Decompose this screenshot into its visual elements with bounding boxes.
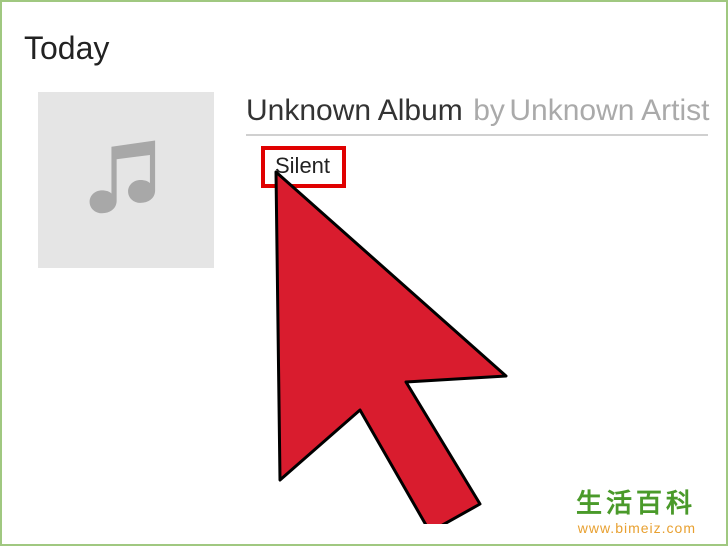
cursor-arrow-icon [246,164,546,524]
album-title[interactable]: Unknown Album [246,94,463,127]
album-art-placeholder[interactable] [38,92,214,268]
watermark: 生活百科 www.bimeiz.com [576,483,696,536]
music-note-icon [74,128,178,232]
track-name[interactable]: Silent [275,153,330,178]
album-artist[interactable]: Unknown Artist [509,94,709,127]
app-window: Today Unknown Album by Unknown Artist Si… [2,2,726,544]
album-header: Unknown Album by Unknown Artist [246,94,708,136]
watermark-title: 生活百科 [576,483,696,520]
watermark-url: www.bimeiz.com [576,520,696,536]
track-highlight: Silent [261,146,346,188]
section-title: Today [24,30,109,67]
by-label: by [473,94,505,127]
